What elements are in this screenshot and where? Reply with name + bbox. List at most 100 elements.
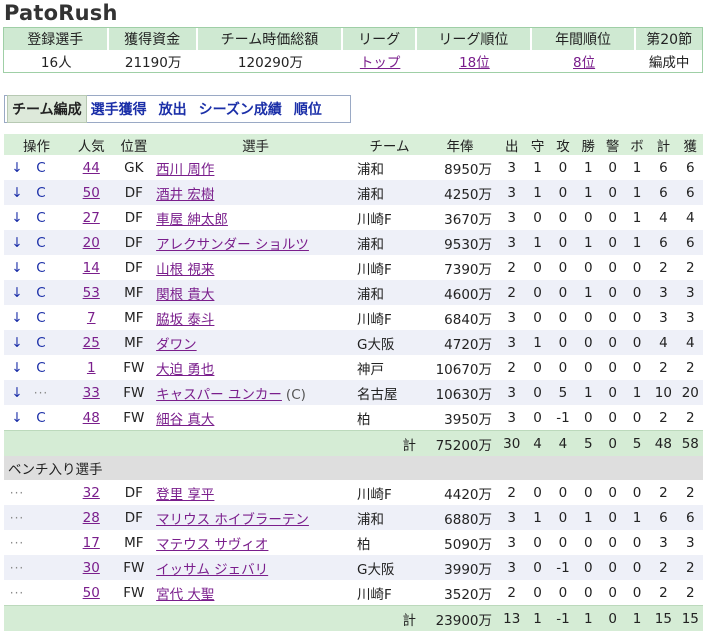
move-to-bench-icon[interactable]: ↓	[4, 385, 30, 401]
column-header-wins[interactable]: 勝	[576, 134, 601, 155]
tab-season-results[interactable]: シーズン成績	[199, 99, 282, 119]
tab-team-formation[interactable]: チーム編成	[7, 95, 87, 123]
player-stat-attack: 0	[558, 309, 568, 326]
set-captain-button[interactable]: C	[30, 210, 52, 226]
player-stat-earned: 20	[677, 380, 703, 405]
popularity-link[interactable]: 50	[83, 185, 100, 201]
column-header-op[interactable]: 操作	[4, 134, 69, 155]
league-rank-link[interactable]: 18位	[459, 55, 490, 71]
player-name-link[interactable]: 細谷 真大	[156, 412, 214, 428]
popularity-link[interactable]: 14	[83, 260, 100, 276]
player-name-link[interactable]: 脇坂 泰斗	[156, 312, 214, 328]
column-header-attack[interactable]: 攻	[549, 134, 577, 155]
move-to-bench-icon[interactable]: ↓	[4, 210, 30, 226]
move-to-bench-icon[interactable]: ↓	[4, 410, 30, 426]
popularity-link[interactable]: 28	[83, 510, 100, 526]
tab-standings[interactable]: 順位	[294, 99, 322, 119]
set-captain-button[interactable]: C	[30, 335, 52, 351]
player-name-link[interactable]: 西川 周作	[156, 162, 214, 178]
player-salary: 3950万	[444, 411, 493, 428]
more-options-icon[interactable]: ···	[30, 386, 52, 400]
set-captain-button[interactable]: C	[30, 185, 52, 201]
popularity-link[interactable]: 44	[83, 160, 100, 176]
starter-player-row: ↓ C 48 FW 細谷 真大柏 3950万 3 0 -1 0 0 0 2 2	[4, 405, 703, 430]
player-team: 柏	[357, 411, 371, 428]
popularity-link[interactable]: 27	[83, 210, 100, 226]
player-name-link[interactable]: 車屋 紳太郎	[156, 212, 228, 228]
popularity-link[interactable]: 25	[83, 335, 100, 351]
move-to-bench-icon[interactable]: ↓	[4, 310, 30, 326]
app-title: PatoRush	[4, 1, 118, 25]
move-to-bench-icon[interactable]: ↓	[4, 160, 30, 176]
more-options-icon[interactable]: ···	[4, 486, 30, 500]
set-captain-button[interactable]: C	[30, 310, 52, 326]
column-header-popularity[interactable]: 人気	[68, 134, 114, 155]
set-captain-button[interactable]: C	[30, 235, 52, 251]
player-name-link[interactable]: イッサム ジェバリ	[156, 562, 268, 578]
player-stat-appearances: 3	[507, 409, 516, 426]
tab-release[interactable]: 放出	[159, 99, 187, 119]
player-name-link[interactable]: マリウス ホイブラーテン	[156, 512, 309, 528]
player-name-link[interactable]: 大迫 勇也	[156, 362, 214, 378]
player-stat-appearances: 2	[498, 280, 526, 305]
popularity-link[interactable]: 30	[83, 560, 100, 576]
set-captain-button[interactable]: C	[30, 285, 52, 301]
move-to-bench-icon[interactable]: ↓	[4, 285, 30, 301]
player-stat-appearances: 2	[507, 484, 516, 501]
popularity-link[interactable]: 50	[83, 585, 100, 601]
popularity-link[interactable]: 1	[87, 360, 96, 376]
popularity-link[interactable]: 48	[83, 410, 100, 426]
annual-rank-link[interactable]: 8位	[573, 55, 595, 71]
player-name-link[interactable]: 山根 視来	[156, 262, 214, 278]
more-options-icon[interactable]: ···	[4, 561, 30, 575]
player-salary: 9530万	[421, 230, 499, 255]
set-captain-button[interactable]: C	[30, 360, 52, 376]
more-options-icon[interactable]: ···	[4, 586, 30, 600]
player-stat-total: 2	[659, 359, 668, 376]
column-header-position[interactable]: 位置	[113, 134, 155, 155]
player-name-link[interactable]: 登里 享平	[156, 487, 214, 503]
move-to-bench-icon[interactable]: ↓	[4, 360, 30, 376]
set-captain-button[interactable]: C	[30, 410, 52, 426]
player-name-link[interactable]: 宮代 大聖	[156, 587, 214, 603]
player-name-link[interactable]: ダワン	[156, 337, 197, 353]
set-captain-button[interactable]: C	[30, 160, 52, 176]
player-actions: ↓ C	[4, 330, 69, 355]
player-stat-wins: 0	[584, 534, 593, 551]
popularity-link[interactable]: 7	[87, 310, 96, 326]
move-to-bench-icon[interactable]: ↓	[4, 235, 30, 251]
column-header-player[interactable]: 選手	[154, 134, 358, 155]
player-name-link[interactable]: 関根 貴大	[156, 287, 214, 303]
column-header-total[interactable]: 計	[649, 134, 678, 155]
column-header-earned[interactable]: 獲	[677, 134, 703, 155]
more-options-icon[interactable]: ···	[4, 511, 30, 525]
column-header-bonus[interactable]: ボ	[624, 134, 650, 155]
player-name-link[interactable]: 酒井 宏樹	[156, 187, 214, 203]
set-captain-button[interactable]: C	[30, 260, 52, 276]
tab-player-acquisition[interactable]: 選手獲得	[91, 99, 147, 119]
column-header-salary[interactable]: 年俸	[421, 134, 499, 155]
more-options-icon[interactable]: ···	[4, 536, 30, 550]
move-to-bench-icon[interactable]: ↓	[4, 260, 30, 276]
league-link[interactable]: トップ	[360, 55, 401, 71]
player-name-link[interactable]: アレクサンダー ショルツ	[156, 237, 309, 253]
player-stat-attack: 0	[558, 259, 568, 276]
popularity-link[interactable]: 53	[83, 285, 100, 301]
roster-table: 操作 人気 位置 選手 チーム 年俸出守攻勝警ボ計獲 ↓ C 44 GK 西川 周作 浦和 8950万…	[4, 134, 703, 631]
column-header-warnings[interactable]: 警	[600, 134, 625, 155]
player-name-link[interactable]: マテウス サヴィオ	[156, 537, 268, 553]
starter-player-row: ↓ C 14 DF 山根 視来 川崎F 7390万 2 0 0 0 0 0 2 2	[4, 255, 703, 280]
move-to-bench-icon[interactable]: ↓	[4, 185, 30, 201]
player-stat-total: 3	[649, 280, 678, 305]
popularity-link[interactable]: 20	[83, 235, 100, 251]
popularity-link[interactable]: 33	[83, 385, 100, 401]
move-to-bench-icon[interactable]: ↓	[4, 335, 30, 351]
player-stat-earned: 6	[677, 230, 703, 255]
column-header-team[interactable]: チーム	[357, 134, 422, 155]
column-header-appearances[interactable]: 出	[498, 134, 526, 155]
popularity-link[interactable]: 32	[83, 485, 100, 501]
player-name-link[interactable]: キャスパー ユンカー	[156, 387, 282, 403]
column-header-defense[interactable]: 守	[525, 134, 550, 155]
player-stat-wins: 0	[576, 555, 601, 580]
popularity-link[interactable]: 17	[83, 535, 100, 551]
